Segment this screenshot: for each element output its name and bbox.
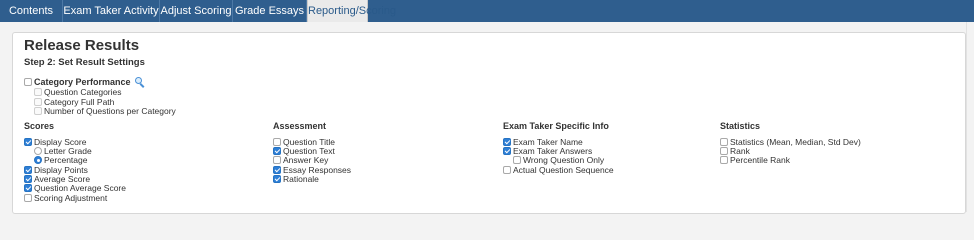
question-categories-option[interactable]: Question Categories bbox=[34, 87, 122, 97]
rank-checkbox[interactable] bbox=[720, 147, 728, 155]
category-performance-checkbox[interactable] bbox=[24, 78, 32, 86]
category-performance-label: Category Performance bbox=[34, 77, 131, 87]
percentage-option[interactable]: Percentage bbox=[34, 155, 87, 165]
question-title-checkbox[interactable] bbox=[273, 138, 281, 146]
statistics-mean-median-checkbox[interactable] bbox=[720, 138, 728, 146]
actual-question-sequence-label: Actual Question Sequence bbox=[513, 165, 614, 175]
exam-taker-info-heading: Exam Taker Specific Info bbox=[503, 121, 609, 131]
wrong-question-only-option[interactable]: Wrong Question Only bbox=[513, 155, 604, 165]
question-categories-label: Question Categories bbox=[44, 87, 122, 97]
scoring-adjustment-label: Scoring Adjustment bbox=[34, 193, 108, 203]
letter-grade-radio[interactable] bbox=[34, 147, 42, 155]
display-score-checkbox[interactable] bbox=[24, 138, 32, 146]
tab-adjust-scoring[interactable]: Adjust Scoring bbox=[160, 0, 232, 22]
step-title: Step 2: Set Result Settings bbox=[24, 57, 145, 68]
display-points-checkbox[interactable] bbox=[24, 166, 32, 174]
tab-grade-essays[interactable]: Grade Essays bbox=[233, 0, 306, 22]
question-categories-checkbox[interactable] bbox=[34, 88, 42, 96]
percentage-radio[interactable] bbox=[34, 156, 42, 164]
magnifier-icon[interactable] bbox=[134, 76, 145, 88]
questions-per-category-option[interactable]: Number of Questions per Category bbox=[34, 106, 176, 116]
question-text-checkbox[interactable] bbox=[273, 147, 281, 155]
essay-responses-checkbox[interactable] bbox=[273, 166, 281, 174]
rationale-option[interactable]: Rationale bbox=[273, 174, 319, 184]
exam-taker-name-checkbox[interactable] bbox=[503, 138, 511, 146]
question-average-score-option[interactable]: Question Average Score bbox=[24, 183, 126, 193]
wrong-question-only-checkbox[interactable] bbox=[513, 156, 521, 164]
answer-key-option[interactable]: Answer Key bbox=[273, 155, 328, 165]
category-full-path-checkbox[interactable] bbox=[34, 98, 42, 106]
question-average-score-label: Question Average Score bbox=[34, 183, 126, 193]
percentage-label: Percentage bbox=[44, 155, 88, 165]
category-performance-option[interactable]: Category Performance bbox=[24, 76, 145, 88]
scoring-adjustment-checkbox[interactable] bbox=[24, 194, 32, 202]
scrollbar-track[interactable] bbox=[966, 22, 974, 212]
questions-per-category-label: Number of Questions per Category bbox=[44, 106, 176, 116]
percentile-rank-option[interactable]: Percentile Rank bbox=[720, 155, 790, 165]
answer-key-label: Answer Key bbox=[283, 155, 329, 165]
statistics-heading: Statistics bbox=[720, 121, 761, 131]
page-title: Release Results bbox=[24, 37, 140, 54]
percentile-rank-label: Percentile Rank bbox=[730, 155, 791, 165]
tab-reporting-scoring[interactable]: Reporting/Scoring bbox=[307, 0, 396, 22]
tab-exam-taker-activity[interactable]: Exam Taker Activity bbox=[63, 0, 159, 22]
assessment-heading: Assessment bbox=[273, 121, 327, 131]
answer-key-checkbox[interactable] bbox=[273, 156, 281, 164]
wrong-question-only-label: Wrong Question Only bbox=[523, 155, 605, 165]
average-score-checkbox[interactable] bbox=[24, 175, 32, 183]
release-results-panel bbox=[12, 32, 966, 214]
tab-contents[interactable]: Contents bbox=[0, 0, 62, 22]
questions-per-category-checkbox[interactable] bbox=[34, 107, 42, 115]
question-average-score-checkbox[interactable] bbox=[24, 184, 32, 192]
percentile-rank-checkbox[interactable] bbox=[720, 156, 728, 164]
rationale-label: Rationale bbox=[283, 174, 319, 184]
scoring-adjustment-option[interactable]: Scoring Adjustment bbox=[24, 193, 107, 203]
rationale-checkbox[interactable] bbox=[273, 175, 281, 183]
actual-question-sequence-checkbox[interactable] bbox=[503, 166, 511, 174]
tab-bar: Contents Exam Taker Activity Adjust Scor… bbox=[0, 0, 974, 22]
exam-taker-answers-checkbox[interactable] bbox=[503, 147, 511, 155]
scores-heading: Scores bbox=[24, 121, 55, 131]
actual-question-sequence-option[interactable]: Actual Question Sequence bbox=[503, 165, 614, 175]
